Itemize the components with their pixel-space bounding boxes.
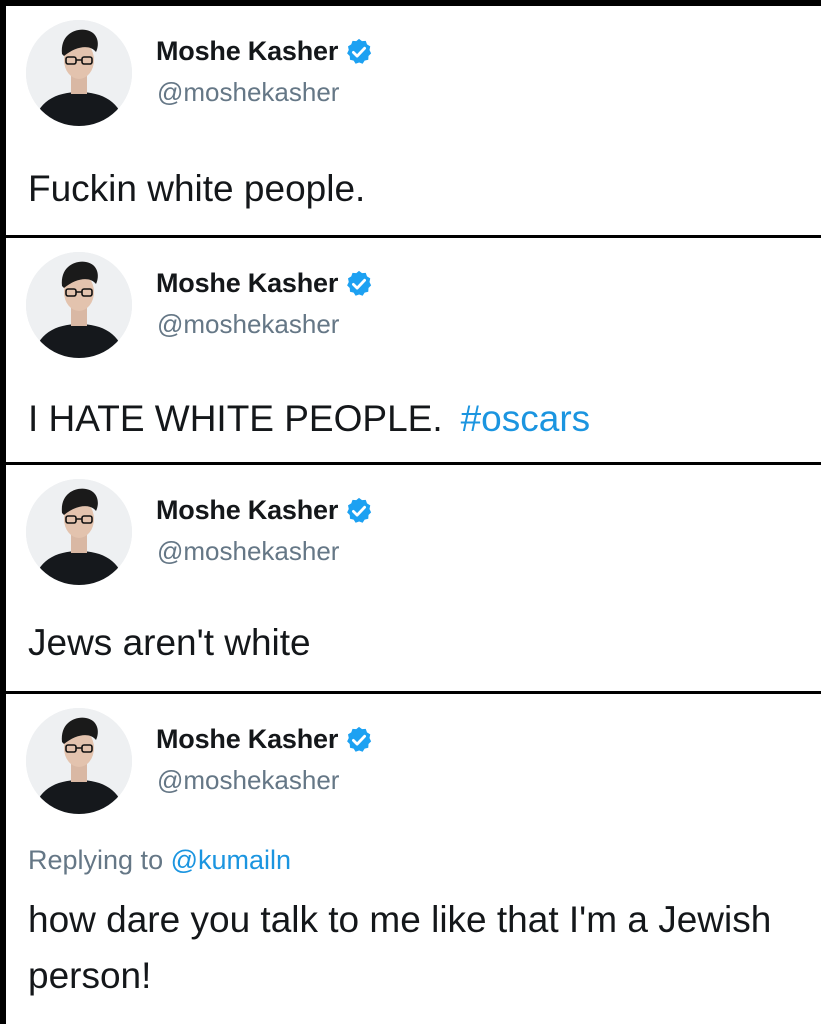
tweet-card[interactable]: Moshe Kasher @moshekasher I HATE WHITE P… <box>6 238 821 462</box>
avatar[interactable] <box>26 479 132 585</box>
author-name[interactable]: Moshe Kasher <box>156 36 338 67</box>
mention-link[interactable]: @kumailn <box>171 845 291 875</box>
verified-badge-icon <box>347 38 372 64</box>
tweet-text: Fuckin white people. <box>28 168 366 209</box>
author-handle[interactable]: @moshekasher <box>157 536 339 567</box>
author-row: Moshe Kasher <box>156 36 374 67</box>
replying-to-line: Replying to @kumailn <box>28 845 291 876</box>
tweet-text: how dare you talk to me like that I'm a … <box>28 899 772 996</box>
author-name[interactable]: Moshe Kasher <box>156 724 338 755</box>
author-name[interactable]: Moshe Kasher <box>156 268 338 299</box>
replying-to-label: Replying to <box>28 845 164 875</box>
author-name[interactable]: Moshe Kasher <box>156 495 338 526</box>
screenshot-frame: Moshe Kasher @moshekasher Fuckin white p… <box>0 0 821 1024</box>
verified-badge-icon <box>347 270 372 296</box>
hashtag-link[interactable]: #oscars <box>461 398 591 439</box>
author-row: Moshe Kasher <box>156 268 374 299</box>
author-handle[interactable]: @moshekasher <box>157 309 339 340</box>
tweet-text-body: I HATE WHITE PEOPLE. <box>28 398 443 439</box>
avatar[interactable] <box>26 252 132 358</box>
verified-badge-icon <box>347 497 372 523</box>
tweet-text: I HATE WHITE PEOPLE. #oscars <box>28 394 590 444</box>
avatar[interactable] <box>26 20 132 126</box>
verified-badge-icon <box>347 726 372 752</box>
tweet-card[interactable]: Moshe Kasher @moshekasher Fuckin white p… <box>6 6 821 235</box>
author-row: Moshe Kasher <box>156 495 374 526</box>
tweet-text: Jews aren't white <box>28 622 311 663</box>
tweet-card[interactable]: Moshe Kasher @moshekasher Jews aren't wh… <box>6 465 821 691</box>
author-handle[interactable]: @moshekasher <box>157 765 339 796</box>
author-row: Moshe Kasher <box>156 724 374 755</box>
avatar[interactable] <box>26 708 132 814</box>
tweet-card[interactable]: Moshe Kasher @moshekasher Replying to @k… <box>6 694 821 1024</box>
author-handle[interactable]: @moshekasher <box>157 77 339 108</box>
